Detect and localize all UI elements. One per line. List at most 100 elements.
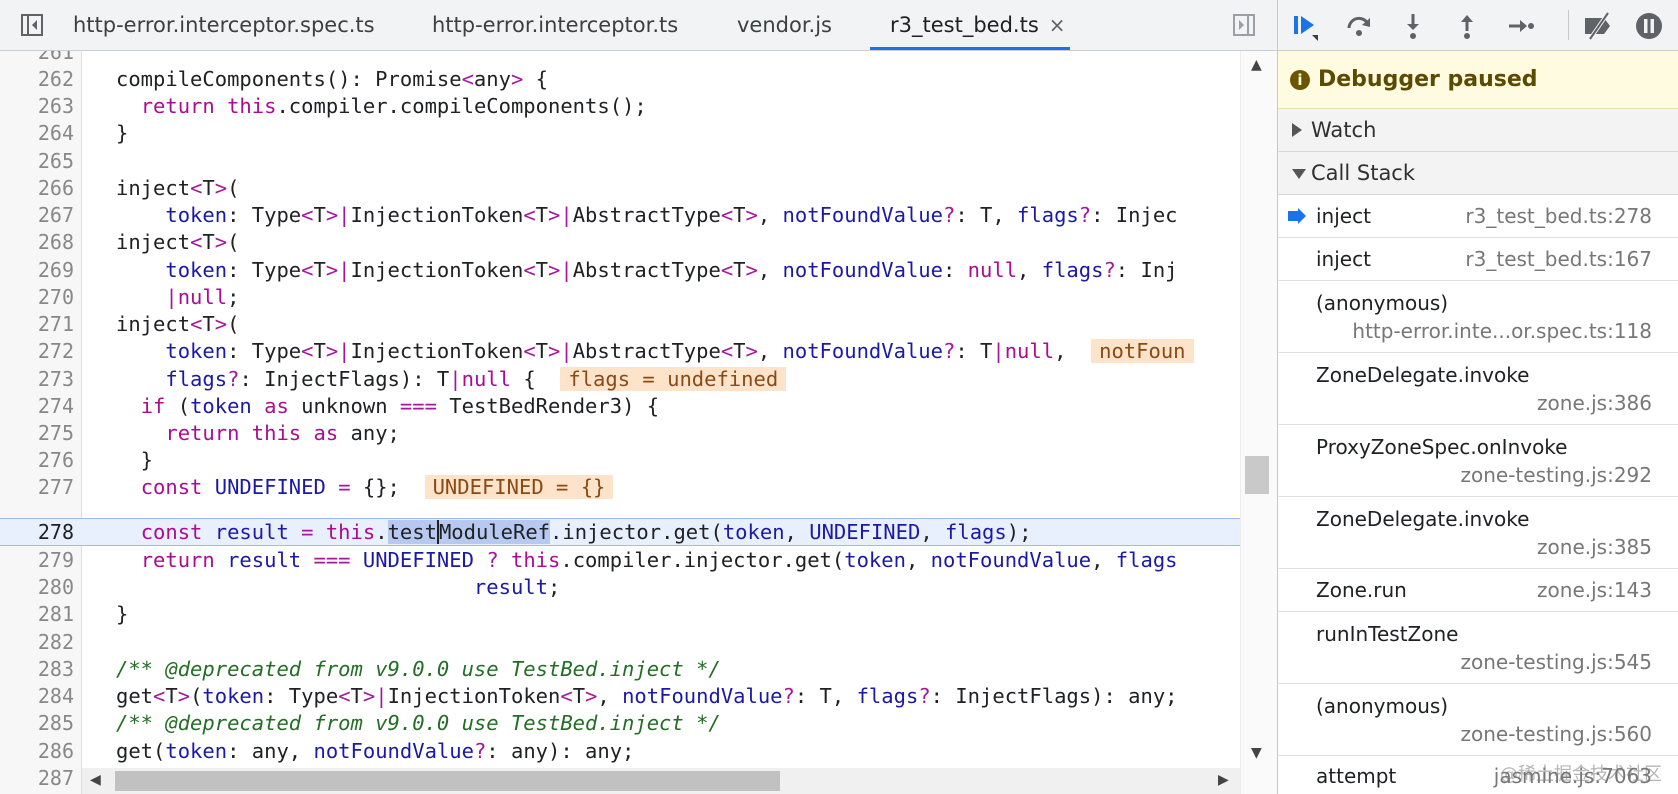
tab-http-error-interceptor-spec[interactable]: http-error.interceptor.spec.ts	[73, 0, 375, 50]
line-number[interactable]: 272	[0, 337, 74, 365]
line-number-current[interactable]: 278	[0, 518, 74, 546]
watch-section-header[interactable]: Watch	[1278, 109, 1678, 152]
line-number[interactable]: 286	[0, 737, 74, 765]
call-frame[interactable]: inject r3_test_bed.ts:278	[1278, 195, 1678, 238]
code-line-262: compileComponents(): Promise<any> {	[116, 67, 548, 91]
code-line-284: get<T>(token: Type<T>|InjectionToken<T>,…	[116, 684, 1178, 708]
call-frame[interactable]: (anonymous) zone-testing.js:560	[1278, 684, 1678, 756]
code-line-271: inject<T>(	[116, 312, 240, 336]
line-number[interactable]: 282	[0, 628, 74, 656]
frame-location[interactable]: r3_test_bed.ts:167	[1465, 247, 1652, 271]
frame-location[interactable]: zone-testing.js:292	[1460, 463, 1652, 487]
frame-function: inject	[1316, 247, 1371, 271]
line-number[interactable]: 280	[0, 573, 74, 601]
frame-function: (anonymous)	[1316, 694, 1449, 718]
line-number[interactable]: 281	[0, 600, 74, 628]
frame-location[interactable]: zone-testing.js:545	[1460, 650, 1652, 674]
code-line-279: return result === UNDEFINED ? this.compi…	[140, 548, 1178, 572]
line-number[interactable]: 265	[0, 147, 74, 175]
deactivate-breakpoints-icon[interactable]	[1582, 11, 1612, 41]
frame-function: ZoneDelegate.invoke	[1316, 363, 1530, 387]
tab-http-error-interceptor[interactable]: http-error.interceptor.ts	[432, 0, 678, 50]
vertical-scrollbar[interactable]: ▲ ▼	[1240, 51, 1277, 794]
toggle-navigator-icon[interactable]	[20, 13, 43, 36]
scroll-up-icon[interactable]: ▲	[1251, 57, 1262, 73]
line-number[interactable]: 267	[0, 201, 74, 229]
frame-function: Zone.run	[1316, 578, 1407, 602]
line-number[interactable]: 287	[0, 764, 74, 792]
code-line-273: flags?: InjectFlags): T|null { flags = u…	[116, 365, 787, 393]
vertical-scroll-thumb[interactable]	[1245, 456, 1269, 494]
frame-location[interactable]: zone.js:385	[1537, 535, 1652, 559]
call-frame[interactable]: runInTestZone zone-testing.js:545	[1278, 612, 1678, 684]
line-number[interactable]: 277	[0, 473, 74, 501]
line-number[interactable]: 283	[0, 655, 74, 683]
call-frame[interactable]: ZoneDelegate.invoke zone.js:385	[1278, 497, 1678, 569]
line-number[interactable]: 269	[0, 256, 74, 284]
frame-location[interactable]: http-error.inte...or.spec.ts:118	[1352, 319, 1652, 343]
step-out-icon[interactable]	[1452, 11, 1482, 41]
line-number[interactable]: 270	[0, 283, 74, 311]
collapse-triangle-icon	[1292, 169, 1306, 179]
scroll-left-icon[interactable]: ◀	[90, 772, 101, 788]
frame-location[interactable]: zone-testing.js:560	[1460, 722, 1652, 746]
line-number[interactable]: 276	[0, 446, 74, 474]
info-icon: i	[1290, 70, 1310, 90]
code-editor[interactable]: 261 262 263 264 265 266 267 268 269 270 …	[0, 51, 1277, 794]
frame-function: (anonymous)	[1316, 291, 1449, 315]
callstack-section-header[interactable]: Call Stack	[1278, 152, 1678, 195]
line-number[interactable]: 279	[0, 546, 74, 574]
scroll-right-icon[interactable]: ▶	[1218, 772, 1229, 788]
horizontal-scroll-thumb[interactable]	[115, 771, 780, 791]
code-line-278: const result = this.testModuleRef.inject…	[140, 520, 1032, 544]
code-line-286: get(token: any, notFoundValue?: any): an…	[116, 739, 635, 763]
paused-label: Debugger paused	[1318, 67, 1538, 92]
inline-value: flags = undefined	[560, 367, 787, 391]
scroll-down-icon[interactable]: ▼	[1251, 745, 1262, 761]
code-line-277: const UNDEFINED = {}; UNDEFINED = {}	[116, 473, 614, 501]
resume-icon[interactable]	[1290, 11, 1320, 41]
line-number[interactable]: 261	[0, 51, 74, 66]
code-line-280: result;	[473, 575, 561, 599]
current-frame-arrow-icon	[1288, 208, 1306, 224]
line-number[interactable]: 263	[0, 92, 74, 120]
line-number[interactable]: 264	[0, 119, 74, 147]
code-line-268: inject<T>(	[116, 230, 240, 254]
frame-location[interactable]: zone.js:386	[1537, 391, 1652, 415]
call-frame[interactable]: (anonymous) http-error.inte...or.spec.ts…	[1278, 281, 1678, 353]
line-number[interactable]: 273	[0, 365, 74, 393]
line-number[interactable]: 274	[0, 392, 74, 420]
line-number[interactable]: 284	[0, 682, 74, 710]
line-number[interactable]: 262	[0, 65, 74, 93]
frame-function: ZoneDelegate.invoke	[1316, 507, 1530, 531]
close-icon[interactable]: ×	[1049, 13, 1066, 37]
line-number[interactable]: 266	[0, 174, 74, 202]
tab-r3-test-bed[interactable]: r3_test_bed.ts ×	[890, 0, 1066, 50]
step-into-icon[interactable]	[1398, 11, 1428, 41]
line-number[interactable]: 268	[0, 228, 74, 256]
pause-on-exceptions-icon[interactable]	[1634, 11, 1664, 41]
frame-location[interactable]: zone.js:143	[1537, 578, 1652, 602]
frame-location[interactable]: r3_test_bed.ts:278	[1465, 204, 1652, 228]
code-line-274: if (token as unknown === TestBedRender3)…	[140, 394, 660, 418]
line-number[interactable]: 275	[0, 419, 74, 447]
code-line-283: /** @deprecated from v9.0.0 use TestBed.…	[116, 657, 721, 681]
code-line-281: }	[116, 602, 129, 626]
line-number[interactable]: 271	[0, 310, 74, 338]
frame-function: attempt	[1316, 764, 1397, 788]
call-frame[interactable]: ZoneDelegate.invoke zone.js:386	[1278, 353, 1678, 425]
debugger-toolbar	[1278, 0, 1678, 51]
call-frame[interactable]: inject r3_test_bed.ts:167	[1278, 238, 1678, 281]
inline-value: notFoun	[1091, 339, 1194, 363]
code-line-272: token: Type<T>|InjectionToken<T>|Abstrac…	[116, 337, 1194, 365]
tab-label: http-error.interceptor.ts	[432, 13, 679, 37]
call-frame[interactable]: ProxyZoneSpec.onInvoke zone-testing.js:2…	[1278, 425, 1678, 497]
call-frame[interactable]: Zone.run zone.js:143	[1278, 569, 1678, 612]
toggle-sidebar-icon[interactable]	[1232, 13, 1255, 36]
watch-label: Watch	[1311, 118, 1377, 142]
tab-vendor-js[interactable]: vendor.js	[737, 0, 832, 50]
tab-label: vendor.js	[737, 13, 832, 37]
step-icon[interactable]	[1506, 11, 1536, 41]
step-over-icon[interactable]	[1344, 11, 1374, 41]
line-number[interactable]: 285	[0, 709, 74, 737]
